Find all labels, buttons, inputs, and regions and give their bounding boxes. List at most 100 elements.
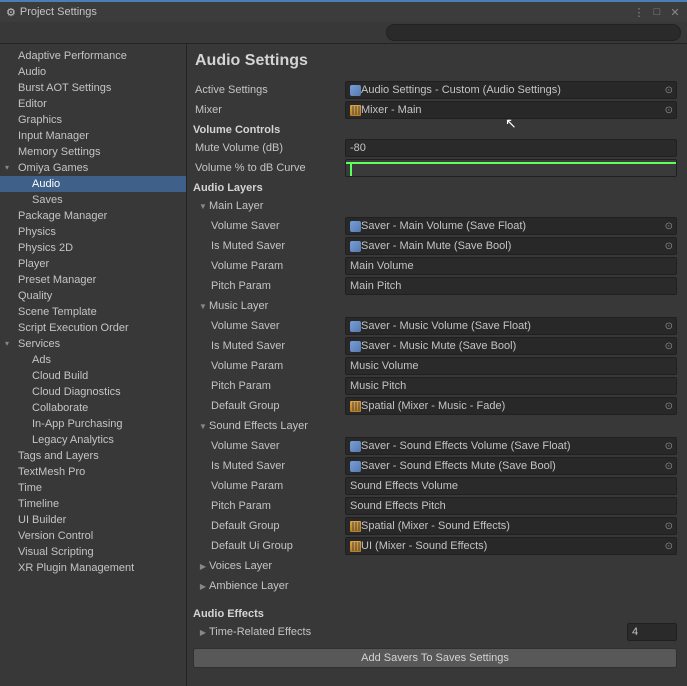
sidebar-item[interactable]: Legacy Analytics [0, 432, 186, 448]
sidebar-item[interactable]: Preset Manager [0, 272, 186, 288]
sfx-volume-param-field[interactable]: Sound Effects Volume [345, 477, 677, 495]
object-picker-icon[interactable]: ⊙ [665, 241, 673, 252]
sfx-layer-foldout[interactable]: Sound Effects Layer [193, 416, 677, 436]
foldout-arrow-icon [197, 562, 209, 571]
sidebar-item[interactable]: Quality [0, 288, 186, 304]
sidebar-item[interactable]: XR Plugin Management [0, 560, 186, 576]
titlebar: Project Settings ⋮ □ ✕ [0, 0, 687, 22]
sidebar-item[interactable]: Graphics [0, 112, 186, 128]
object-picker-icon[interactable]: ⊙ [665, 341, 673, 352]
music-muted-saver-field[interactable]: Saver - Music Mute (Save Bool)⊙ [345, 337, 677, 355]
gear-icon [6, 6, 16, 19]
sidebar-item[interactable]: Script Execution Order [0, 320, 186, 336]
object-picker-icon[interactable]: ⊙ [665, 541, 673, 552]
maximize-icon[interactable]: □ [651, 6, 663, 18]
mute-volume-field[interactable] [345, 139, 677, 157]
sidebar-item[interactable]: Cloud Diagnostics [0, 384, 186, 400]
searchbar: 🔍 [0, 22, 687, 44]
asset-icon [350, 321, 361, 332]
volume-curve-field[interactable] [345, 159, 677, 177]
add-savers-button[interactable]: Add Savers To Saves Settings [193, 648, 677, 668]
window-title: Project Settings [20, 6, 97, 18]
sidebar-item[interactable]: Adaptive Performance [0, 48, 186, 64]
sidebar-item[interactable]: Time [0, 480, 186, 496]
sidebar-item[interactable]: Player [0, 256, 186, 272]
object-picker-icon[interactable]: ⊙ [665, 441, 673, 452]
sfx-muted-saver-field[interactable]: Saver - Sound Effects Mute (Save Bool)⊙ [345, 457, 677, 475]
asset-icon [350, 341, 361, 352]
main-volume-param-field[interactable]: Main Volume [345, 257, 677, 275]
sidebar-item[interactable]: Physics [0, 224, 186, 240]
asset-icon [350, 441, 361, 452]
sidebar-item[interactable]: Scene Template [0, 304, 186, 320]
sidebar-item[interactable]: Version Control [0, 528, 186, 544]
sidebar-item[interactable]: Ads [0, 352, 186, 368]
sidebar-item[interactable]: Services [0, 336, 186, 352]
sfx-pitch-param-field[interactable]: Sound Effects Pitch [345, 497, 677, 515]
object-picker-icon[interactable]: ⊙ [665, 321, 673, 332]
sidebar-item[interactable]: Timeline [0, 496, 186, 512]
object-picker-icon[interactable]: ⊙ [665, 401, 673, 412]
menu-icon[interactable]: ⋮ [633, 6, 645, 19]
sidebar-item[interactable]: In-App Purchasing [0, 416, 186, 432]
object-picker-icon[interactable]: ⊙ [665, 221, 673, 232]
sidebar-item[interactable]: Visual Scripting [0, 544, 186, 560]
sfx-volume-saver-label: Volume Saver [193, 440, 345, 452]
sidebar-item[interactable]: Memory Settings [0, 144, 186, 160]
sidebar-item[interactable]: Editor [0, 96, 186, 112]
music-pitch-param-field[interactable]: Music Pitch [345, 377, 677, 395]
object-picker-icon[interactable]: ⊙ [665, 461, 673, 472]
sidebar: Adaptive PerformanceAudioBurst AOT Setti… [0, 44, 187, 686]
sidebar-item[interactable]: Package Manager [0, 208, 186, 224]
sidebar-item[interactable]: Tags and Layers [0, 448, 186, 464]
object-picker-icon[interactable]: ⊙ [665, 521, 673, 532]
music-default-group-field[interactable]: Spatial (Mixer - Music - Fade)⊙ [345, 397, 677, 415]
sidebar-item[interactable]: Collaborate [0, 400, 186, 416]
close-icon[interactable]: ✕ [669, 6, 681, 19]
content-pane: Audio Settings Active Settings Audio Set… [187, 44, 687, 686]
sidebar-item[interactable]: Cloud Build [0, 368, 186, 384]
mixer-icon [350, 401, 361, 412]
sfx-pitch-param-label: Pitch Param [193, 500, 345, 512]
asset-icon [350, 461, 361, 472]
main-layer-foldout[interactable]: Main Layer [193, 196, 677, 216]
music-layer-foldout[interactable]: Music Layer [193, 296, 677, 316]
music-volume-saver-label: Volume Saver [193, 320, 345, 332]
music-volume-saver-field[interactable]: Saver - Music Volume (Save Float)⊙ [345, 317, 677, 335]
sidebar-item[interactable]: Burst AOT Settings [0, 80, 186, 96]
time-effects-count[interactable] [627, 623, 677, 641]
asset-icon [350, 241, 361, 252]
sidebar-item[interactable]: Input Manager [0, 128, 186, 144]
sfx-volume-saver-field[interactable]: Saver - Sound Effects Volume (Save Float… [345, 437, 677, 455]
mixer-icon [350, 541, 361, 552]
foldout-arrow-icon [197, 202, 209, 211]
sidebar-item[interactable]: Audio [0, 176, 186, 192]
mixer-field[interactable]: Mixer - Main ⊙ [345, 101, 677, 119]
foldout-arrow-icon [197, 302, 209, 311]
music-volume-param-field[interactable]: Music Volume [345, 357, 677, 375]
object-picker-icon[interactable]: ⊙ [665, 85, 673, 96]
main-muted-saver-field[interactable]: Saver - Main Mute (Save Bool)⊙ [345, 237, 677, 255]
search-input[interactable] [386, 24, 681, 41]
sidebar-item[interactable]: Physics 2D [0, 240, 186, 256]
main-pitch-param-label: Pitch Param [193, 280, 345, 292]
sfx-default-group-label: Default Group [193, 520, 345, 532]
main-volume-saver-label: Volume Saver [193, 220, 345, 232]
active-settings-label: Active Settings [193, 84, 345, 96]
ambience-layer-foldout[interactable]: Ambience Layer [193, 576, 677, 596]
main-muted-saver-label: Is Muted Saver [193, 240, 345, 252]
main-volume-saver-field[interactable]: Saver - Main Volume (Save Float)⊙ [345, 217, 677, 235]
sidebar-item[interactable]: UI Builder [0, 512, 186, 528]
time-effects-foldout[interactable]: Time-Related Effects [193, 622, 345, 642]
object-picker-icon[interactable]: ⊙ [665, 105, 673, 116]
sfx-default-ui-group-field[interactable]: UI (Mixer - Sound Effects)⊙ [345, 537, 677, 555]
voices-layer-foldout[interactable]: Voices Layer [193, 556, 677, 576]
active-settings-field[interactable]: Audio Settings - Custom (Audio Settings)… [345, 81, 677, 99]
sidebar-item[interactable]: Omiya Games [0, 160, 186, 176]
sidebar-item[interactable]: Saves [0, 192, 186, 208]
asset-icon [350, 221, 361, 232]
sidebar-item[interactable]: Audio [0, 64, 186, 80]
main-pitch-param-field[interactable]: Main Pitch [345, 277, 677, 295]
sfx-default-group-field[interactable]: Spatial (Mixer - Sound Effects)⊙ [345, 517, 677, 535]
sidebar-item[interactable]: TextMesh Pro [0, 464, 186, 480]
